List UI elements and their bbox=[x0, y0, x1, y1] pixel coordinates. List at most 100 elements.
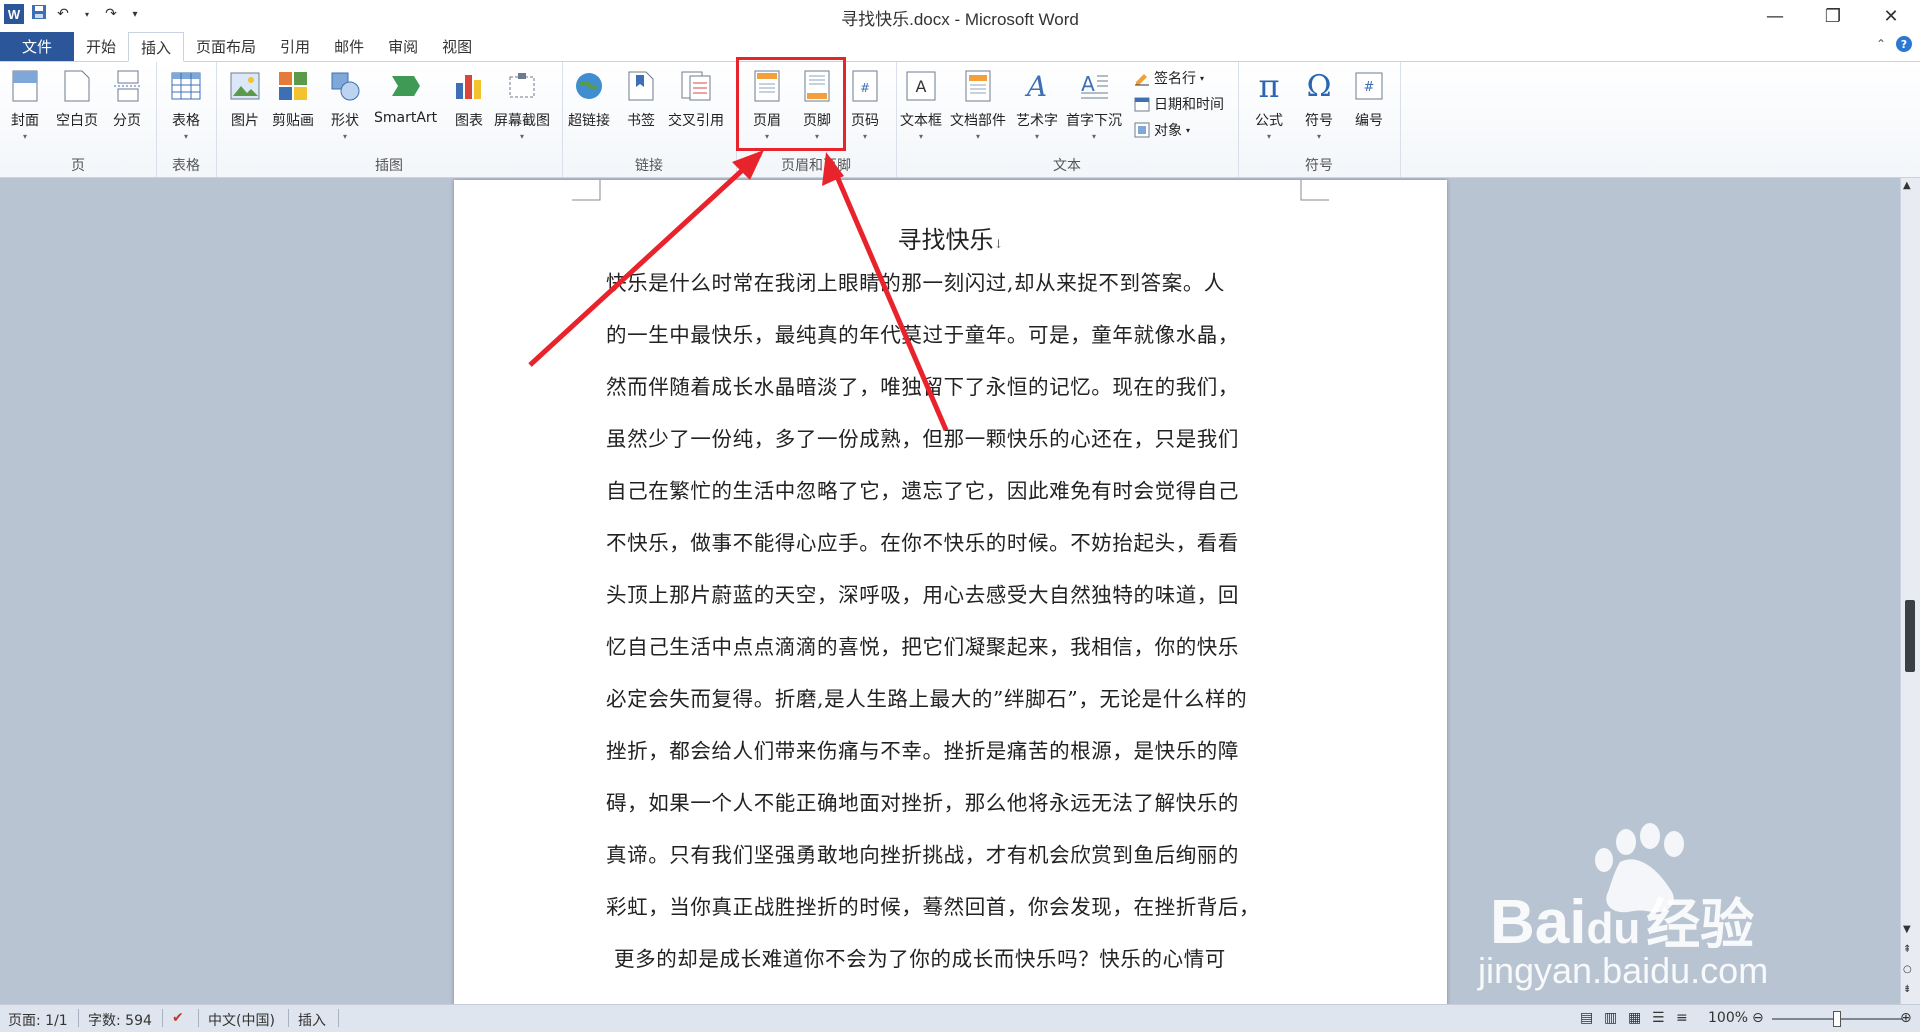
document-line[interactable]: 彩虹，当你真正战胜挫折的时候，蓦然回首，你会发现，在挫折背后， bbox=[606, 890, 1296, 920]
document-line[interactable]: 的一生中最快乐，最纯真的年代莫过于童年。可是，童年就像水晶， bbox=[606, 318, 1296, 348]
tab-home[interactable]: 开始 bbox=[74, 32, 128, 61]
shapes-icon bbox=[328, 68, 362, 104]
document-line[interactable]: 自己在繁忙的生活中忽略了它，遗忘了它，因此难免有时会觉得自己 bbox=[606, 474, 1296, 504]
picture-button[interactable]: 图片 bbox=[228, 68, 262, 130]
dropdown-arrow-icon: ▾ bbox=[183, 132, 188, 141]
dropdown-arrow-icon: ▾ bbox=[1316, 132, 1321, 141]
dropdown-arrow-icon: ▾ bbox=[1266, 132, 1271, 141]
tab-insert[interactable]: 插入 bbox=[128, 32, 185, 62]
document-line[interactable]: 挫折，都会给人们带来伤痛与不幸。挫折是痛苦的根源，是快乐的障 bbox=[606, 734, 1296, 764]
smartart-button[interactable]: SmartArt bbox=[374, 68, 437, 126]
document-line[interactable]: 虽然少了一份纯，多了一份成熟，但那一颗快乐的心还在，只是我们 bbox=[606, 422, 1296, 452]
number-button[interactable]: # 编号 bbox=[1352, 68, 1386, 130]
equation-button[interactable]: π 公式 ▾ bbox=[1252, 67, 1286, 141]
bookmark-button[interactable]: 书签 bbox=[624, 68, 658, 130]
document-line[interactable]: 然而伴随着成长水晶暗淡了，唯独留下了永恒的记忆。现在的我们， bbox=[606, 370, 1296, 400]
chart-button[interactable]: 图表 bbox=[452, 68, 486, 130]
help-icon[interactable]: ? bbox=[1896, 36, 1912, 52]
document-area[interactable]: 寻找快乐↓ 快乐是什么时常在我闭上眼睛的那一刻闪过,却从来捉不到答案。人 的一生中… bbox=[0, 178, 1900, 1004]
tab-mailings[interactable]: 邮件 bbox=[322, 32, 376, 61]
language-indicator[interactable]: 中文(中国) bbox=[208, 1010, 275, 1030]
minimize-ribbon-icon[interactable]: ⌃ bbox=[1876, 37, 1886, 51]
save-icon[interactable] bbox=[30, 4, 48, 24]
vertical-scrollbar[interactable] bbox=[1900, 178, 1920, 1004]
svg-text:A: A bbox=[916, 77, 927, 96]
page-number-button[interactable]: # 页码 ▾ bbox=[848, 68, 882, 141]
document-line[interactable]: 真谛。只有我们坚强勇敢地向挫折挑战，才有机会欣赏到鱼后绚丽的 bbox=[606, 838, 1296, 868]
tab-references[interactable]: 引用 bbox=[268, 32, 322, 61]
shapes-button[interactable]: 形状 ▾ bbox=[328, 68, 362, 141]
customize-qat-icon[interactable]: ▾ bbox=[126, 9, 144, 20]
document-line[interactable]: 快乐是什么时常在我闭上眼睛的那一刻闪过,却从来捉不到答案。人 bbox=[606, 266, 1296, 296]
cross-reference-button[interactable]: 交叉引用 bbox=[668, 68, 724, 130]
dropdown-arrow-icon: ▾ bbox=[975, 132, 980, 141]
title-bar: 寻找快乐.docx - Microsoft Word W ↶ ▾ ↷ ▾ — ❐… bbox=[0, 0, 1920, 32]
zoom-out-icon[interactable]: ⊖ bbox=[1752, 1010, 1764, 1026]
blank-page-button[interactable]: 空白页 bbox=[56, 68, 98, 130]
insert-mode-indicator[interactable]: 插入 bbox=[298, 1010, 326, 1030]
previous-page-icon[interactable]: ⇞ bbox=[1903, 944, 1911, 955]
hyperlink-button[interactable]: 超链接 bbox=[568, 68, 610, 130]
scroll-up-icon[interactable]: ▲ bbox=[1903, 180, 1911, 191]
dropdown-arrow-icon: ▾ bbox=[918, 132, 923, 141]
document-title[interactable]: 寻找快乐↓ bbox=[454, 220, 1447, 255]
tab-review[interactable]: 审阅 bbox=[376, 32, 430, 61]
signature-line-icon bbox=[1135, 74, 1149, 86]
redo-icon[interactable]: ↷ bbox=[102, 6, 120, 22]
quick-parts-button[interactable]: 文档部件 ▾ bbox=[950, 68, 1006, 141]
zoom-slider-thumb[interactable] bbox=[1833, 1011, 1841, 1027]
pi-icon: π bbox=[1258, 67, 1280, 105]
restore-button[interactable]: ❐ bbox=[1804, 0, 1862, 32]
number-icon: # bbox=[1352, 68, 1386, 104]
date-time-button[interactable]: 日期和时间 bbox=[1134, 94, 1224, 114]
document-page[interactable]: 寻找快乐↓ 快乐是什么时常在我闭上眼睛的那一刻闪过,却从来捉不到答案。人 的一生中… bbox=[454, 180, 1447, 1004]
word-count[interactable]: 字数: 594 bbox=[88, 1010, 152, 1030]
symbol-button[interactable]: Ω 符号 ▾ bbox=[1302, 68, 1336, 142]
wordart-button[interactable]: A 艺术字 ▾ bbox=[1016, 68, 1058, 141]
view-outline-icon[interactable]: ☰ bbox=[1652, 1010, 1665, 1026]
tab-view[interactable]: 视图 bbox=[430, 32, 484, 61]
screenshot-button[interactable]: 屏幕截图 ▾ bbox=[494, 68, 550, 141]
ribbon: 封面 ▾ 空白页 分页 页 表格 ▾ 表格 图片 剪贴画 形状 ▾ SmartA… bbox=[0, 62, 1920, 178]
minimize-button[interactable]: — bbox=[1746, 0, 1804, 32]
dropdown-arrow-icon: ▾ bbox=[22, 132, 27, 141]
document-line[interactable]: 必定会失而复得。折磨,是人生路上最大的”绊脚石”，无论是什么样的 bbox=[606, 682, 1296, 712]
status-separator bbox=[338, 1009, 339, 1027]
document-line[interactable]: 忆自己生活中点点滴滴的喜悦，把它们凝聚起来，我相信，你的快乐 bbox=[606, 630, 1296, 660]
undo-dropdown-icon[interactable]: ▾ bbox=[78, 10, 96, 19]
drop-cap-button[interactable]: A 首字下沉 ▾ bbox=[1066, 68, 1122, 141]
document-line[interactable]: 碍，如果一个人不能正确地面对挫折，那么他将永远无法了解快乐的 bbox=[606, 786, 1296, 816]
document-line[interactable]: 头顶上那片蔚蓝的天空，深呼吸，用心去感受大自然独特的味道，回 bbox=[606, 578, 1296, 608]
zoom-level[interactable]: 100% bbox=[1708, 1010, 1748, 1026]
window-title: 寻找快乐.docx - Microsoft Word bbox=[841, 10, 1079, 29]
proofing-icon[interactable]: ✔ bbox=[172, 1010, 184, 1026]
view-full-screen-icon[interactable]: ▥ bbox=[1604, 1010, 1617, 1026]
drop-cap-icon: A bbox=[1077, 68, 1111, 104]
view-draft-icon[interactable]: ≡ bbox=[1676, 1010, 1688, 1026]
view-print-layout-icon[interactable]: ▤ bbox=[1580, 1010, 1593, 1026]
table-button[interactable]: 表格 ▾ bbox=[169, 68, 203, 141]
browse-object-icon[interactable]: ○ bbox=[1903, 964, 1912, 975]
scrollbar-thumb[interactable] bbox=[1905, 600, 1915, 672]
tab-page-layout[interactable]: 页面布局 bbox=[184, 32, 268, 61]
quick-access-toolbar: W ↶ ▾ ↷ ▾ bbox=[0, 0, 144, 28]
textbox-button[interactable]: A 文本框 ▾ bbox=[900, 68, 942, 141]
page-break-button[interactable]: 分页 bbox=[110, 68, 144, 130]
next-page-icon[interactable]: ⇟ bbox=[1903, 984, 1911, 995]
zoom-in-icon[interactable]: ⊕ bbox=[1900, 1010, 1912, 1026]
scroll-down-icon[interactable]: ▼ bbox=[1903, 924, 1911, 935]
view-web-layout-icon[interactable]: ▦ bbox=[1628, 1010, 1641, 1026]
document-line[interactable]: 更多的却是成长难道你不会为了你的成长而快乐吗？快乐的心情可 bbox=[614, 942, 1304, 972]
page-number-icon: # bbox=[848, 68, 882, 104]
tab-file[interactable]: 文件 bbox=[0, 32, 74, 61]
document-line[interactable]: 不快乐，做事不能得心应手。在你不快乐的时候。不妨抬起头，看看 bbox=[606, 526, 1296, 556]
page-counter[interactable]: 页面: 1/1 bbox=[8, 1010, 68, 1030]
close-button[interactable]: ✕ bbox=[1862, 0, 1920, 32]
ribbon-tab-bar: 文件 开始 插入 页面布局 引用 邮件 审阅 视图 ⌃ ? bbox=[0, 32, 1920, 62]
clipart-button[interactable]: 剪贴画 bbox=[272, 68, 314, 130]
object-button[interactable]: 对象 ▾ bbox=[1134, 120, 1190, 140]
cover-button[interactable]: 封面 ▾ bbox=[8, 68, 42, 141]
word-app-icon[interactable]: W bbox=[4, 4, 24, 24]
signature-line-button[interactable]: 签名行 ▾ bbox=[1134, 68, 1204, 88]
undo-icon[interactable]: ↶ bbox=[54, 6, 72, 22]
